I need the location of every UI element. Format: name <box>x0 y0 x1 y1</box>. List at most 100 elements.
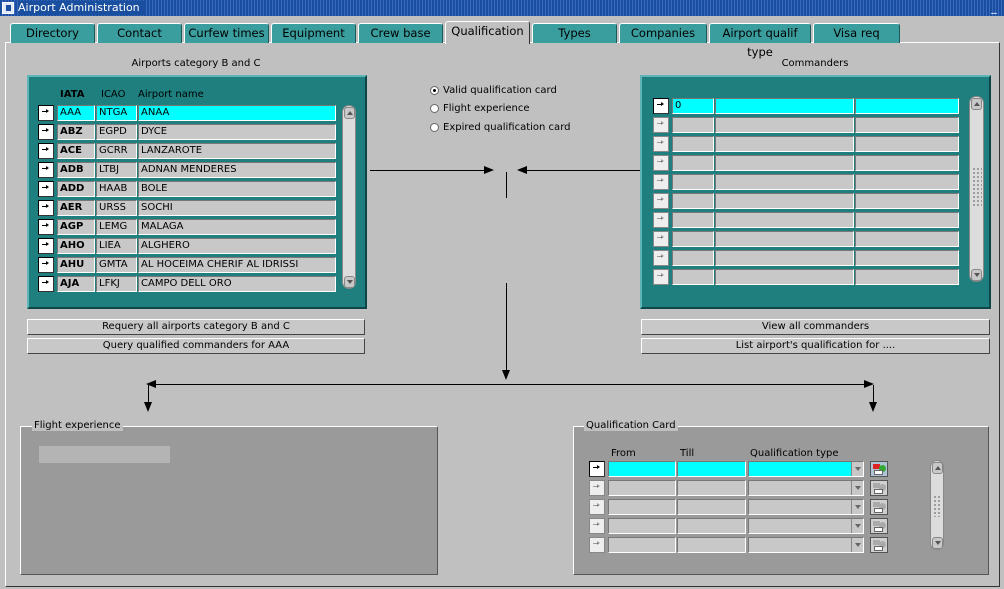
icao-cell[interactable]: EGPD <box>96 124 137 140</box>
till-date-cell[interactable] <box>677 499 746 515</box>
commander-id-cell[interactable]: 0 <box>672 98 714 114</box>
chevron-down-icon[interactable] <box>851 481 863 495</box>
till-date-cell[interactable] <box>677 518 746 534</box>
row-select-button[interactable] <box>653 98 669 114</box>
row-select-button[interactable] <box>38 181 54 197</box>
qualification-scrollbar[interactable] <box>930 460 944 550</box>
icao-cell[interactable]: LTBJ <box>96 162 137 178</box>
commander-id-cell[interactable] <box>672 155 714 171</box>
row-select-button[interactable] <box>38 219 54 235</box>
airport-name-cell[interactable]: ALGHERO <box>138 238 336 254</box>
qualification-type-select[interactable] <box>748 480 864 496</box>
row-select-button[interactable] <box>38 143 54 159</box>
row-select-button[interactable] <box>653 155 669 171</box>
row-select-button[interactable] <box>589 461 605 477</box>
row-select-button[interactable] <box>38 238 54 254</box>
list-airport-qualification-button[interactable]: List airport's qualification for .... <box>641 338 990 354</box>
airport-name-cell[interactable]: ANAA <box>138 105 336 121</box>
commander-id-cell[interactable] <box>672 250 714 266</box>
list-of-values-icon[interactable] <box>870 518 888 534</box>
airport-name-cell[interactable]: BOLE <box>138 181 336 197</box>
commander-detail-cell[interactable] <box>855 231 959 247</box>
list-of-values-icon[interactable] <box>870 461 888 477</box>
airport-name-cell[interactable]: CAMPO DELL ORO <box>138 276 336 292</box>
commander-name-cell[interactable] <box>715 117 854 133</box>
airport-name-cell[interactable]: MALAGA <box>138 219 336 235</box>
commander-detail-cell[interactable] <box>855 117 959 133</box>
commander-id-cell[interactable] <box>672 136 714 152</box>
chevron-down-icon[interactable] <box>851 462 863 476</box>
row-select-button[interactable] <box>653 136 669 152</box>
qualification-type-select[interactable] <box>748 499 864 515</box>
list-of-values-icon[interactable] <box>870 480 888 496</box>
airport-name-cell[interactable]: LANZAROTE <box>138 143 336 159</box>
row-select-button[interactable] <box>653 174 669 190</box>
airport-name-cell[interactable]: DYCE <box>138 124 336 140</box>
requery-airports-button[interactable]: Requery all airports category B and C <box>27 319 365 335</box>
commander-detail-cell[interactable] <box>855 269 959 285</box>
iata-cell[interactable]: AHO <box>57 238 95 254</box>
row-select-button[interactable] <box>653 269 669 285</box>
icao-cell[interactable]: LFKJ <box>96 276 137 292</box>
tab-directory[interactable]: Directory <box>10 23 95 43</box>
tab-equipment[interactable]: Equipment <box>271 23 356 43</box>
iata-cell[interactable]: AGP <box>57 219 95 235</box>
tab-visa-req[interactable]: Visa req <box>813 23 900 43</box>
row-select-button[interactable] <box>653 117 669 133</box>
commander-detail-cell[interactable] <box>855 136 959 152</box>
till-date-cell[interactable] <box>677 461 746 477</box>
till-date-cell[interactable] <box>677 480 746 496</box>
from-date-cell[interactable] <box>608 461 676 477</box>
chevron-down-icon[interactable] <box>851 519 863 533</box>
iata-cell[interactable]: AER <box>57 200 95 216</box>
row-select-button[interactable] <box>38 124 54 140</box>
view-all-commanders-button[interactable]: View all commanders <box>641 319 990 335</box>
iata-cell[interactable]: ABZ <box>57 124 95 140</box>
from-date-cell[interactable] <box>608 537 676 553</box>
icao-cell[interactable]: HAAB <box>96 181 137 197</box>
scroll-down-icon[interactable] <box>344 276 355 288</box>
tab-curfew-times[interactable]: Curfew times <box>184 23 269 43</box>
till-date-cell[interactable] <box>677 537 746 553</box>
query-qualified-commanders-button[interactable]: Query qualified commanders for AAA <box>27 338 365 354</box>
row-select-button[interactable] <box>653 250 669 266</box>
iata-cell[interactable]: ADD <box>57 181 95 197</box>
commander-id-cell[interactable] <box>672 269 714 285</box>
tab-qualification[interactable]: Qualification <box>445 21 530 44</box>
row-select-button[interactable] <box>589 499 605 515</box>
commander-name-cell[interactable] <box>715 231 854 247</box>
iata-cell[interactable]: AAA <box>57 105 95 121</box>
iata-cell[interactable]: AJA <box>57 276 95 292</box>
scroll-up-icon[interactable] <box>971 98 982 110</box>
commander-detail-cell[interactable] <box>855 250 959 266</box>
scroll-up-icon[interactable] <box>932 462 943 474</box>
icao-cell[interactable]: NTGA <box>96 105 137 121</box>
commander-name-cell[interactable] <box>715 269 854 285</box>
row-select-button[interactable] <box>38 276 54 292</box>
icao-cell[interactable]: GMTA <box>96 257 137 273</box>
tab-companies[interactable]: Companies <box>619 23 707 43</box>
row-select-button[interactable] <box>589 518 605 534</box>
iata-cell[interactable]: AHU <box>57 257 95 273</box>
commander-detail-cell[interactable] <box>855 174 959 190</box>
commander-name-cell[interactable] <box>715 155 854 171</box>
row-select-button[interactable] <box>38 200 54 216</box>
scroll-grip[interactable] <box>972 167 982 207</box>
scroll-down-icon[interactable] <box>932 537 943 549</box>
commander-id-cell[interactable] <box>672 117 714 133</box>
airports-scrollbar[interactable] <box>342 105 356 289</box>
icao-cell[interactable]: GCRR <box>96 143 137 159</box>
commander-detail-cell[interactable] <box>855 212 959 228</box>
radio-valid-qualification-card[interactable] <box>430 86 439 95</box>
list-of-values-icon[interactable] <box>870 537 888 553</box>
commander-id-cell[interactable] <box>672 212 714 228</box>
commander-name-cell[interactable] <box>715 136 854 152</box>
commander-id-cell[interactable] <box>672 174 714 190</box>
list-of-values-icon[interactable] <box>870 499 888 515</box>
minimize-icon[interactable]: _ <box>988 2 1000 14</box>
scroll-up-icon[interactable] <box>344 107 355 119</box>
scroll-down-icon[interactable] <box>971 269 982 281</box>
radio-flight-experience[interactable] <box>430 104 439 113</box>
row-select-button[interactable] <box>38 257 54 273</box>
from-date-cell[interactable] <box>608 518 676 534</box>
